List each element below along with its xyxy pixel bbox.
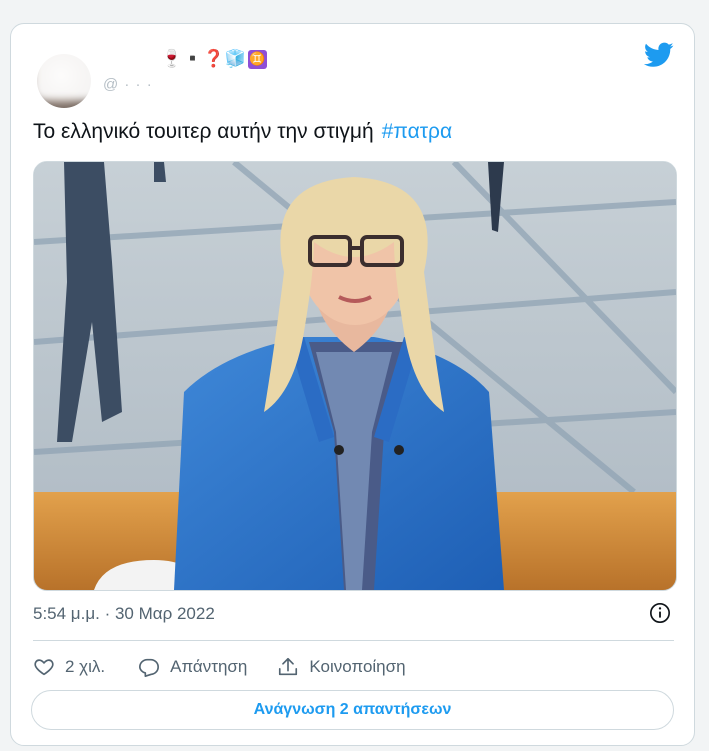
heart-icon	[34, 659, 54, 676]
reply-label: Απάντηση	[170, 657, 248, 676]
like-button[interactable]: 2 χιλ.	[33, 656, 105, 678]
share-label: Κοινοποίηση	[309, 657, 406, 676]
divider	[33, 640, 674, 641]
news-anchor-photo	[34, 162, 676, 590]
reply-button[interactable]: Απάντηση	[138, 656, 247, 678]
tweet-card: 🍷▪️❓🧊 ♊ @ · · · Το ελληνικό τουιτερ αυτή…	[10, 23, 695, 746]
share-button[interactable]: Κοινοποίηση	[277, 656, 406, 678]
author-handle[interactable]: @ · · ·	[103, 76, 153, 93]
tweet-body: Το ελληνικό τουιτερ αυτήν την στιγμή	[33, 120, 374, 143]
author-name-row[interactable]: 🍷▪️❓🧊 ♊	[161, 48, 267, 70]
tweet-text: Το ελληνικό τουιτερ αυτήν την στιγμή #πατ…	[33, 119, 452, 145]
tweet-timestamp[interactable]: 5:54 μ.μ. · 30 Μαρ 2022	[33, 604, 215, 624]
twitter-bird-icon[interactable]	[644, 42, 674, 68]
reply-icon	[139, 658, 160, 677]
hashtag-link[interactable]: #πατρα	[382, 120, 452, 143]
gemini-icon: ♊	[247, 49, 267, 69]
read-replies-button[interactable]: Ανάγνωση 2 απαντήσεων	[31, 690, 674, 730]
tweet-media-image[interactable]	[33, 161, 677, 591]
info-icon[interactable]	[649, 602, 671, 624]
author-emoji: 🍷▪️❓🧊	[161, 49, 246, 68]
action-bar: 2 χιλ. Απάντηση Κοινοποίηση	[33, 652, 406, 682]
share-icon	[279, 657, 298, 676]
tweet-header: 🍷▪️❓🧊 ♊ @ · · ·	[11, 24, 694, 109]
like-count: 2 χιλ.	[65, 657, 106, 676]
